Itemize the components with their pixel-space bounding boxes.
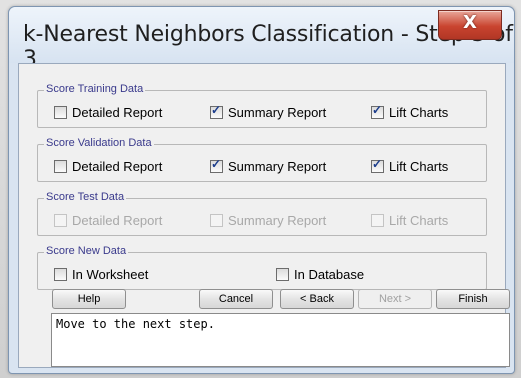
- checkbox-label: Summary Report: [228, 105, 327, 120]
- close-button[interactable]: X: [438, 10, 502, 40]
- checkbox-label: Lift Charts: [389, 213, 449, 228]
- checkbox-test-lift-charts: Lift Charts: [371, 213, 448, 228]
- checkbox-label: Lift Charts: [389, 105, 449, 120]
- checkbox-box[interactable]: [54, 268, 67, 281]
- checkbox-box-checked[interactable]: [210, 103, 223, 119]
- checkbox-box-disabled: [54, 214, 67, 227]
- checkbox-in-worksheet[interactable]: In Worksheet: [54, 267, 148, 282]
- checkbox-label: Lift Charts: [389, 159, 449, 174]
- checkbox-validation-lift-charts[interactable]: Lift Charts: [371, 157, 449, 174]
- group-title-score-test: Score Test Data: [44, 191, 127, 203]
- group-score-training: Score Training Data Detailed Report Summ…: [37, 83, 487, 128]
- checkbox-label: Detailed Report: [72, 159, 163, 174]
- checkbox-box-checked[interactable]: [371, 157, 384, 173]
- help-button[interactable]: Help: [52, 289, 126, 309]
- group-score-validation: Score Validation Data Detailed Report Su…: [37, 137, 487, 182]
- group-title-score-training: Score Training Data: [44, 83, 146, 95]
- checkbox-label: In Database: [294, 267, 365, 282]
- checkbox-label: Detailed Report: [72, 213, 163, 228]
- status-message-box: Move to the next step.: [51, 313, 510, 367]
- group-score-new-data: Score New Data In Worksheet In Database: [37, 245, 487, 290]
- checkbox-training-summary-report[interactable]: Summary Report: [210, 103, 327, 120]
- group-title-score-new-data: Score New Data: [44, 245, 129, 257]
- back-button[interactable]: < Back: [280, 289, 354, 309]
- checkbox-test-summary-report: Summary Report: [210, 213, 326, 228]
- group-score-test: Score Test Data Detailed Report Summary …: [37, 191, 487, 236]
- title-bar: k-Nearest Neighbors Classification - Ste…: [9, 7, 514, 72]
- close-icon: X: [463, 12, 477, 33]
- checkbox-validation-summary-report[interactable]: Summary Report: [210, 157, 327, 174]
- checkbox-label: Summary Report: [228, 213, 327, 228]
- checkbox-training-lift-charts[interactable]: Lift Charts: [371, 103, 449, 120]
- checkbox-label: Detailed Report: [72, 105, 163, 120]
- group-title-score-validation: Score Validation Data: [44, 137, 154, 149]
- checkbox-box[interactable]: [54, 106, 67, 119]
- checkbox-label: In Worksheet: [72, 267, 149, 282]
- checkbox-box-checked[interactable]: [210, 157, 223, 173]
- checkbox-in-database[interactable]: In Database: [276, 267, 364, 282]
- checkbox-box[interactable]: [276, 268, 289, 281]
- next-button: Next >: [358, 289, 432, 309]
- checkbox-test-detailed-report: Detailed Report: [54, 213, 162, 228]
- checkbox-box-checked[interactable]: [371, 103, 384, 119]
- cancel-button[interactable]: Cancel: [199, 289, 273, 309]
- checkbox-validation-detailed-report[interactable]: Detailed Report: [54, 159, 162, 174]
- checkbox-box[interactable]: [54, 160, 67, 173]
- finish-button[interactable]: Finish: [436, 289, 510, 309]
- checkbox-box-disabled: [371, 214, 384, 227]
- checkbox-box-disabled: [210, 214, 223, 227]
- checkbox-training-detailed-report[interactable]: Detailed Report: [54, 105, 162, 120]
- checkbox-label: Summary Report: [228, 159, 327, 174]
